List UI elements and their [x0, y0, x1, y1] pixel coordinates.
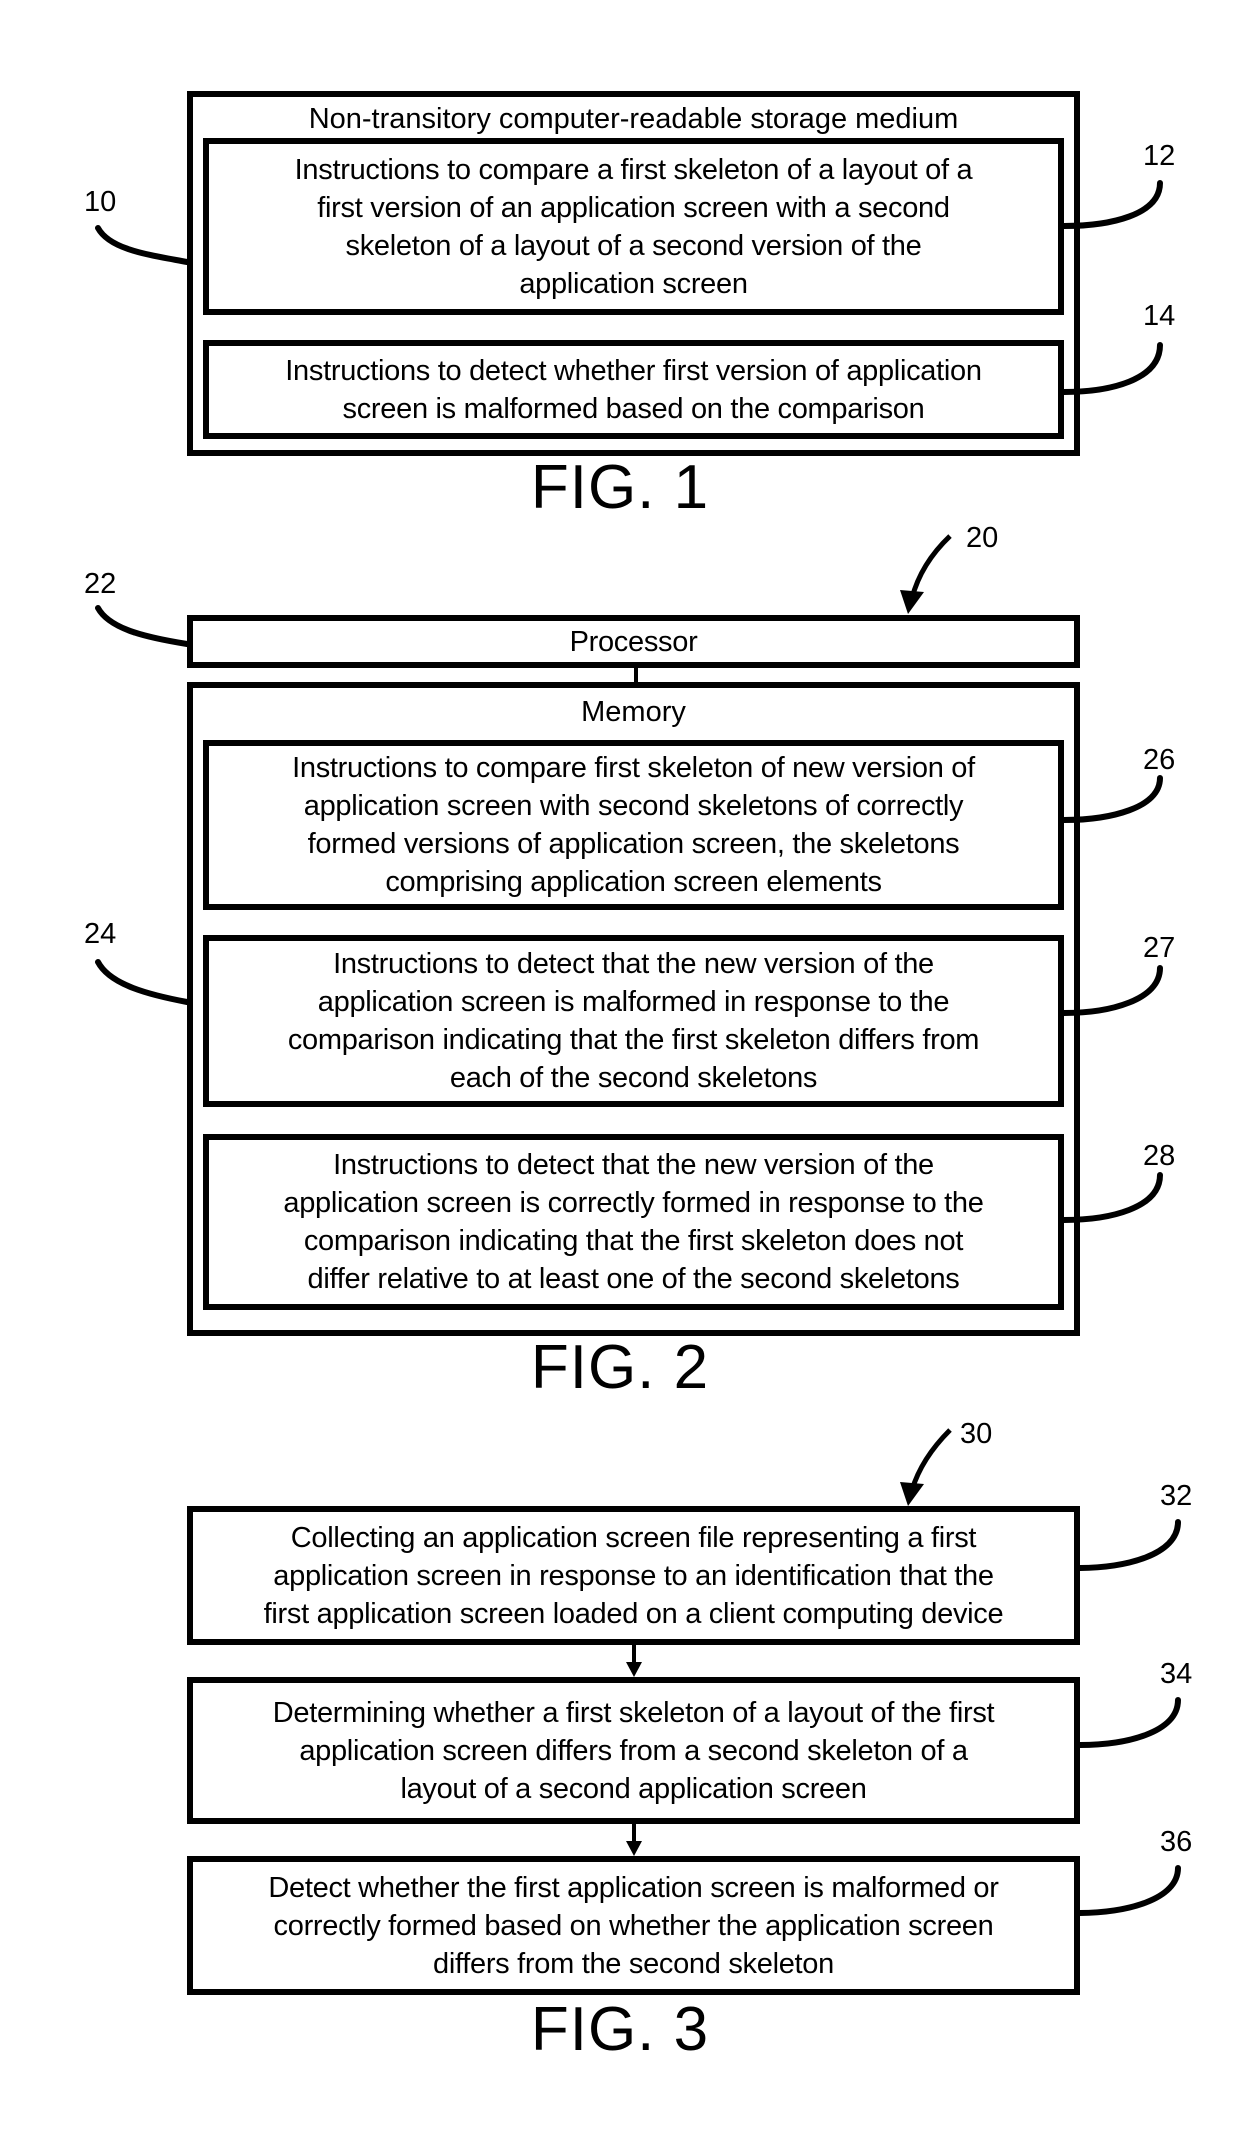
leader-line-32 [1077, 1519, 1181, 1571]
ref-arrow-20 [909, 534, 952, 599]
ref-arrow-30 [909, 1428, 952, 1491]
ref-label-30: 30 [960, 1418, 993, 1450]
leader-line-22 [95, 605, 190, 647]
figure-caption-1: FIG. 1 [530, 453, 710, 522]
ref-label-14: 14 [1143, 300, 1176, 332]
memory-title: Memory [581, 696, 686, 728]
leader-line-24 [95, 959, 190, 1005]
ref-label-36: 36 [1160, 1826, 1193, 1858]
ref-label-12: 12 [1143, 140, 1176, 172]
flow-arrow-34-36-head [626, 1841, 642, 1856]
figure-caption-2: FIG. 2 [530, 1333, 710, 1402]
ref-label-24: 24 [84, 918, 117, 950]
determine-skeleton-differs-step: Determining whether a first skeleton of … [187, 1677, 1080, 1824]
detect-correctly-formed-block: Instructions to detect that the new vers… [203, 1134, 1064, 1310]
ref-arrow-20-head [900, 590, 924, 614]
detect-malformed-instructions-block: Instructions to detect whether first ver… [203, 340, 1064, 439]
leader-line-36 [1077, 1865, 1181, 1916]
storage-medium-title: Non-transitory computer-readable storage… [308, 103, 959, 135]
figure-caption-3: FIG. 3 [530, 1995, 710, 2064]
ref-label-32: 32 [1160, 1480, 1193, 1512]
ref-label-28: 28 [1143, 1140, 1176, 1172]
ref-label-27: 27 [1143, 932, 1176, 964]
collect-screen-file-step: Collecting an application screen file re… [187, 1506, 1080, 1645]
compare-skeleton-instructions-block: Instructions to compare a first skeleton… [203, 138, 1064, 315]
compare-skeletons-instructions-block: Instructions to compare first skeleton o… [203, 740, 1064, 910]
ref-label-26: 26 [1143, 744, 1176, 776]
ref-label-22: 22 [84, 568, 117, 600]
ref-label-34: 34 [1160, 1658, 1193, 1690]
ref-label-10: 10 [84, 186, 117, 218]
leader-line-34 [1077, 1697, 1181, 1748]
detect-malformed-step: Detect whether the first application scr… [187, 1856, 1080, 1995]
flow-arrow-32-34-head [626, 1662, 642, 1677]
ref-label-20: 20 [966, 522, 999, 554]
processor-block: Processor [187, 615, 1080, 668]
leader-line-10 [95, 225, 190, 265]
ref-arrow-30-head [900, 1482, 924, 1506]
detect-malformed-response-block: Instructions to detect that the new vers… [203, 935, 1064, 1107]
